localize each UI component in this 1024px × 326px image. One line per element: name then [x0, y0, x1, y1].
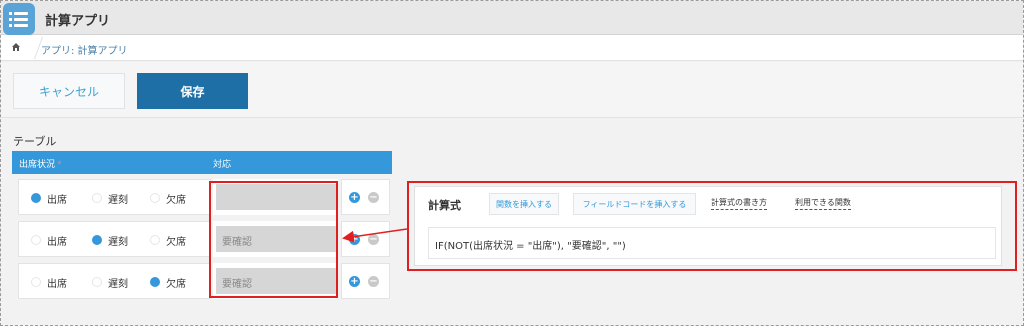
annotation-arrow	[342, 228, 408, 243]
